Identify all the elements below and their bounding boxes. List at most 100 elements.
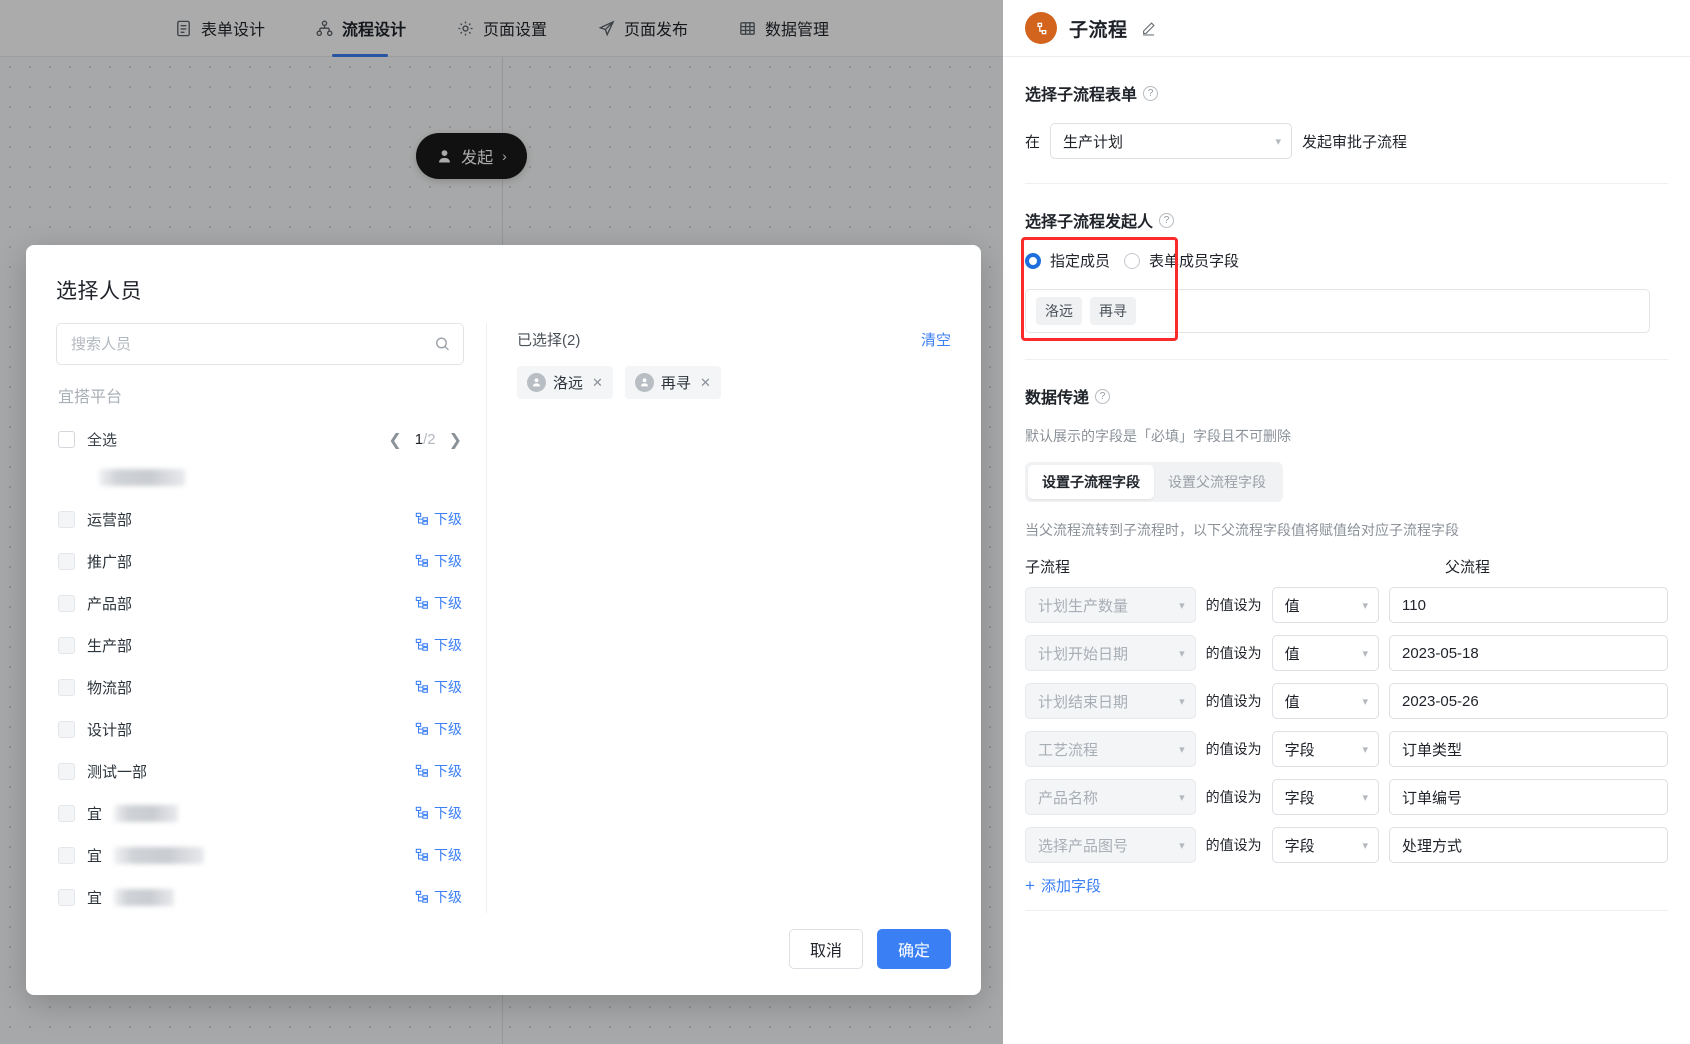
org-tree-icon <box>415 764 429 778</box>
sub-department-link[interactable]: 下级 <box>415 887 462 907</box>
item-left <box>58 468 185 486</box>
sub-department-link[interactable]: 下级 <box>415 635 462 655</box>
sub-department-link[interactable]: 下级 <box>415 719 462 739</box>
select-value: 110 <box>1402 596 1426 614</box>
sub-department-link[interactable]: 下级 <box>415 677 462 697</box>
list-item[interactable]: 生产部 下级 <box>56 624 464 666</box>
parent-value-field[interactable]: 订单类型 <box>1389 731 1668 767</box>
selected-chip[interactable]: 洛远 ✕ <box>517 366 613 399</box>
person-avatar-icon <box>634 373 654 392</box>
child-field-select[interactable]: 工艺流程 ▾ <box>1025 731 1196 767</box>
mapping-row: 计划生产数量 ▾ 的值设为值 ▾ 110 <box>1025 587 1668 623</box>
select-all-checkbox[interactable] <box>58 431 75 448</box>
breadcrumb[interactable]: 宜搭平台 <box>56 365 464 407</box>
col-header-parent: 父流程 <box>1445 559 1491 576</box>
item-checkbox[interactable] <box>58 720 75 738</box>
pencil-icon[interactable] <box>1140 20 1157 37</box>
selected-pane: 已选择(2) 清空 洛远 ✕ 再寻 ✕ <box>486 323 981 913</box>
select-value: 值 <box>1284 645 1300 663</box>
parent-value-field[interactable]: 订单编号 <box>1389 779 1668 815</box>
mode-select[interactable]: 值 ▾ <box>1271 635 1379 671</box>
child-field-select[interactable]: 计划结束日期 ▾ <box>1025 683 1196 719</box>
chevron-right-icon[interactable]: ❯ <box>449 430 462 450</box>
item-checkbox[interactable] <box>58 636 75 654</box>
select-all-row[interactable]: 全选 <box>58 429 117 450</box>
dialog-title: 选择人员 <box>56 280 142 303</box>
item-checkbox[interactable] <box>58 510 75 528</box>
sub-department-link[interactable]: 下级 <box>415 845 462 865</box>
org-tree-icon <box>415 512 429 526</box>
select-value: 订单编号 <box>1402 789 1463 807</box>
child-field-select[interactable]: 计划开始日期 ▾ <box>1025 635 1196 671</box>
item-checkbox[interactable] <box>58 804 75 822</box>
child-field-select[interactable]: 计划生产数量 ▾ <box>1025 587 1196 623</box>
page-current: 1 <box>414 431 424 448</box>
selected-chips-container: 洛远 ✕ 再寻 ✕ <box>517 366 951 399</box>
list-item[interactable]: 物流部 下级 <box>56 666 464 708</box>
clear-all-link[interactable]: 清空 <box>921 329 951 350</box>
list-item[interactable] <box>56 456 464 498</box>
list-item[interactable]: 推广部 下级 <box>56 540 464 582</box>
radio-specified-member[interactable]: 指定成员 <box>1025 250 1110 271</box>
person-avatar-icon <box>527 373 546 392</box>
item-checkbox[interactable] <box>58 594 75 612</box>
item-checkbox[interactable] <box>58 846 75 864</box>
subflow-form-select[interactable]: 生产计划 ▾ <box>1050 123 1293 159</box>
item-checkbox[interactable] <box>58 888 75 906</box>
confirm-button[interactable]: 确定 <box>877 929 951 969</box>
parent-value-field[interactable]: 2023-05-18 <box>1389 635 1668 671</box>
search-input[interactable] <box>56 323 464 365</box>
parent-value-field[interactable]: 110 <box>1389 587 1668 623</box>
item-checkbox[interactable] <box>58 678 75 696</box>
parent-value-field[interactable]: 2023-05-26 <box>1389 683 1668 719</box>
list-item[interactable]: 产品部 下级 <box>56 582 464 624</box>
item-checkbox[interactable] <box>58 552 75 570</box>
question-icon[interactable]: ? <box>1143 85 1159 101</box>
question-icon[interactable]: ? <box>1159 212 1175 228</box>
list-item[interactable]: 宜 下级 <box>56 876 464 913</box>
mapping-row: 选择产品图号 ▾ 的值设为 字段 ▾ 处理方式 <box>1025 827 1668 863</box>
member-tag[interactable]: 再寻 <box>1090 297 1136 325</box>
radio-form-member-field[interactable]: 表单成员字段 <box>1124 250 1239 271</box>
selected-chip[interactable]: 再寻 ✕ <box>624 366 721 399</box>
sub-department-label: 下级 <box>434 637 462 653</box>
list-item[interactable]: 宜 下级 <box>56 834 464 876</box>
parent-value-field[interactable]: 处理方式 <box>1389 827 1668 863</box>
search-icon[interactable] <box>434 336 451 353</box>
list-item[interactable]: 运营部 下级 <box>56 498 464 540</box>
selected-members-box[interactable]: 洛远 再寻 <box>1025 289 1650 333</box>
item-label: 宜 <box>87 805 103 823</box>
tab-set-parent-fields[interactable]: 设置父流程字段 <box>1154 465 1280 499</box>
mode-select[interactable]: 字段 ▾ <box>1271 827 1379 863</box>
sub-department-link[interactable]: 下级 <box>415 593 462 613</box>
sub-department-link[interactable]: 下级 <box>415 803 462 823</box>
question-icon[interactable]: ? <box>1095 388 1111 404</box>
sub-department-link[interactable]: 下级 <box>415 509 462 529</box>
chevron-left-icon[interactable]: ❮ <box>388 430 401 450</box>
item-checkbox[interactable] <box>58 762 75 780</box>
list-item[interactable]: 测试一部 下级 <box>56 750 464 792</box>
child-field-select[interactable]: 选择产品图号 ▾ <box>1025 827 1196 863</box>
list-item[interactable]: 宜 下级 <box>56 792 464 834</box>
cancel-button[interactable]: 取消 <box>789 929 863 969</box>
close-icon[interactable]: ✕ <box>700 375 711 391</box>
mode-select[interactable]: 值 ▾ <box>1271 683 1379 719</box>
sub-department-link[interactable]: 下级 <box>415 551 462 571</box>
transfer-hint: 默认展示的字段是「必填」字段且不可删除 <box>1025 428 1291 444</box>
org-tree-icon <box>415 806 429 820</box>
close-icon[interactable]: ✕ <box>592 375 603 391</box>
add-field-button[interactable]: + 添加字段 <box>1025 875 1668 906</box>
sub-department-label: 下级 <box>434 763 462 779</box>
mode-select[interactable]: 字段 ▾ <box>1271 731 1379 767</box>
mode-select[interactable]: 字段 ▾ <box>1271 779 1379 815</box>
sub-department-link[interactable]: 下级 <box>415 761 462 781</box>
tab-set-child-fields[interactable]: 设置子流程字段 <box>1028 465 1154 499</box>
mode-select[interactable]: 值 ▾ <box>1271 587 1379 623</box>
mapping-column-headers: 子流程 父流程 <box>1025 556 1668 577</box>
member-tag[interactable]: 洛远 <box>1036 297 1082 325</box>
panel-header: 子流程 <box>1003 0 1690 57</box>
item-label: 宜 <box>87 889 103 907</box>
child-field-select[interactable]: 产品名称 ▾ <box>1025 779 1196 815</box>
list-item[interactable]: 设计部 下级 <box>56 708 464 750</box>
mapping-description: 当父流程流转到子流程时，以下父流程字段值将赋值给对应子流程字段 <box>1025 522 1459 538</box>
